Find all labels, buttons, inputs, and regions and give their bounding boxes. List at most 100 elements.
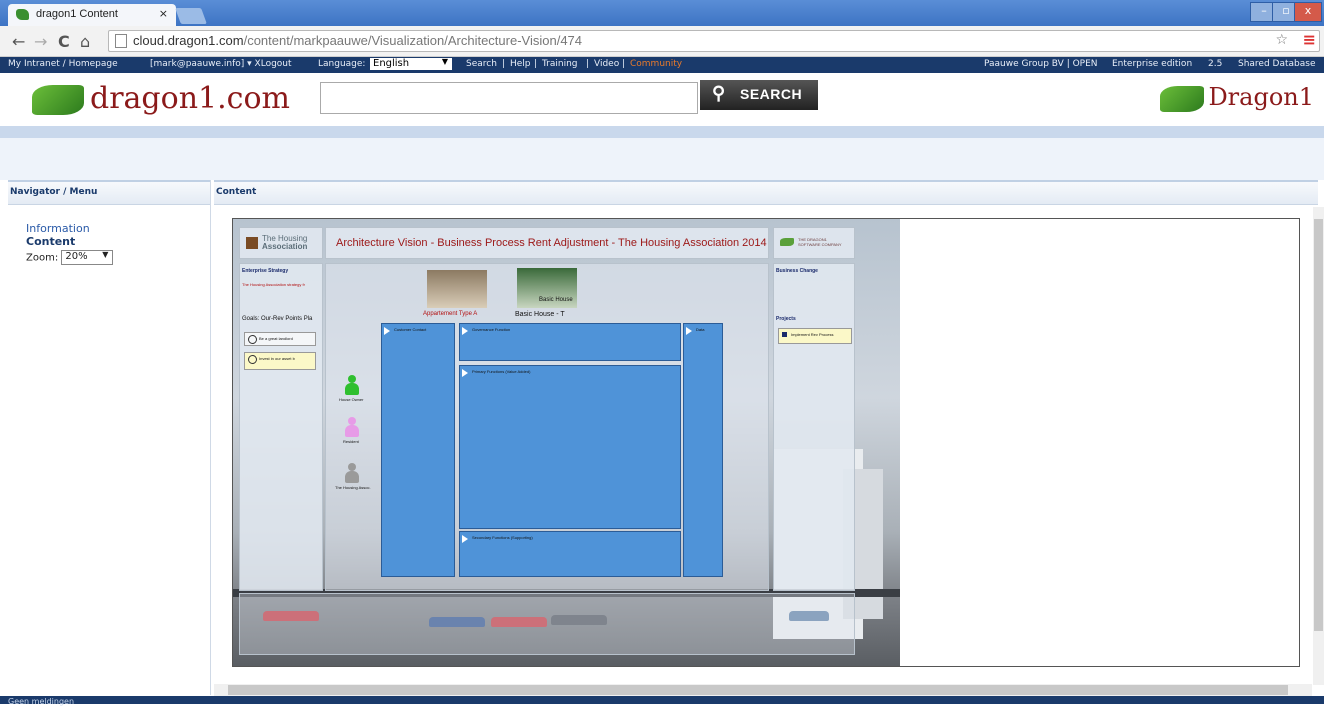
- nav-link-content[interactable]: Content: [26, 235, 90, 248]
- visualization-canvas[interactable]: The Housing Association Architecture Vis…: [232, 218, 1300, 667]
- actor-label: House Owner: [339, 397, 364, 402]
- organization-label: Paauwe Group BV | OPEN: [984, 59, 1098, 69]
- back-arrow-icon[interactable]: ←: [12, 32, 25, 51]
- vendor-logo-text: THE DRAGON1 SOFTWARE COMPANY: [798, 237, 842, 247]
- goal-card[interactable]: Be a great landlord: [244, 332, 316, 346]
- user-menu[interactable]: [mark@paauwe.info] ▾ XLogout: [150, 59, 292, 69]
- zoom-select[interactable]: 20% ▼: [61, 250, 114, 265]
- community-link[interactable]: Community: [630, 59, 682, 69]
- enterprise-strategy-label: Enterprise Strategy: [242, 268, 289, 274]
- bottom-strip[interactable]: [239, 593, 855, 655]
- close-window-button[interactable]: x: [1294, 2, 1322, 22]
- data-column[interactable]: Data: [683, 323, 723, 577]
- help-link[interactable]: Help: [510, 59, 531, 69]
- product-image-appartement[interactable]: [427, 270, 487, 308]
- project-icon: [782, 332, 787, 337]
- visualization-title: Architecture Vision - Business Process R…: [336, 237, 767, 249]
- housing-association-actor-icon[interactable]: [345, 463, 359, 485]
- actor-label: The Housing Assoc.: [335, 485, 371, 490]
- page-icon: [115, 34, 127, 48]
- governance-function-box[interactable]: Governance Function: [459, 323, 681, 361]
- target-icon: [248, 335, 257, 344]
- association-logo-text: The Housing Association: [262, 234, 308, 251]
- strategy-text: The Housing Association strategy fr: [242, 282, 305, 287]
- nav-link-information[interactable]: Information: [26, 222, 90, 235]
- product-image-overlay-label: Basic House: [539, 297, 573, 303]
- box-label: Primary Functions (Value Added): [472, 369, 531, 374]
- browser-menu-icon[interactable]: ≡: [1303, 30, 1316, 49]
- business-change-column[interactable]: Business Change Projects Implement Rev P…: [773, 263, 855, 591]
- search-link[interactable]: Search: [466, 59, 497, 69]
- separator: |: [534, 59, 538, 69]
- project-card[interactable]: Implement Rev Process: [778, 328, 852, 344]
- tab-close-icon[interactable]: ×: [159, 7, 168, 20]
- dragon-favicon-icon: [16, 9, 29, 20]
- visualization-title-tile[interactable]: Architecture Vision - Business Process R…: [325, 227, 769, 259]
- search-button[interactable]: ⚲ SEARCH: [700, 80, 818, 110]
- language-select[interactable]: English ▼: [370, 57, 452, 70]
- goal-card[interactable]: Invest in our asset b: [244, 352, 316, 370]
- house-icon: [246, 237, 258, 249]
- search-button-label: SEARCH: [740, 86, 803, 102]
- video-link[interactable]: Video: [594, 59, 619, 69]
- dragon1-logo-left[interactable]: dragon1.com: [32, 81, 290, 116]
- chevron-right-icon: [462, 535, 468, 543]
- zoom-label: Zoom:: [26, 252, 59, 264]
- project-label: Implement Rev Process: [791, 332, 834, 337]
- language-label: Language:: [318, 59, 366, 69]
- architecture-visualization[interactable]: The Housing Association Architecture Vis…: [233, 219, 900, 666]
- browser-tab-bar: dragon1 Content × – ▫ x: [0, 0, 1324, 26]
- training-link[interactable]: Training: [542, 59, 578, 69]
- secondary-functions-box[interactable]: Secondary Functions (Supporting): [459, 531, 681, 577]
- target-icon: [248, 355, 257, 364]
- browser-tab[interactable]: dragon1 Content ×: [8, 4, 176, 26]
- toolbar-area: [0, 138, 1324, 180]
- box-label: Secondary Functions (Supporting): [472, 535, 533, 540]
- chevron-right-icon: [384, 327, 390, 335]
- site-header: dragon1.com ⚲ SEARCH Dragon1: [0, 73, 1324, 125]
- vertical-scroll-thumb[interactable]: [1314, 219, 1323, 631]
- browser-toolbar: ← → C ⌂ cloud.dragon1.com/content/markpa…: [0, 26, 1324, 57]
- content-panel: Content The Housing Association Architec…: [214, 180, 1318, 695]
- url-text: cloud.dragon1.com/content/markpaauwe/Vis…: [133, 33, 583, 48]
- resident-icon[interactable]: [345, 417, 359, 439]
- column-label: Customer Contact: [394, 327, 427, 332]
- actor-label: Resident: [343, 439, 359, 444]
- separator: |: [622, 59, 626, 69]
- dragon-icon: [1160, 85, 1205, 112]
- navigator-panel-title: Navigator / Menu: [8, 180, 210, 205]
- home-icon[interactable]: ⌂: [80, 32, 90, 51]
- house-owner-icon[interactable]: [345, 375, 359, 397]
- business-change-label: Business Change: [776, 268, 818, 274]
- address-bar[interactable]: cloud.dragon1.com/content/markpaauwe/Vis…: [108, 30, 1320, 52]
- customer-contact-column[interactable]: Customer Contact: [381, 323, 455, 577]
- dragon1-logo-right[interactable]: Dragon1: [1160, 83, 1314, 112]
- column-label: Data: [696, 327, 705, 332]
- chevron-down-icon: ▼: [102, 250, 109, 259]
- chevron-down-icon: ▼: [441, 57, 448, 66]
- version-label: 2.5: [1208, 59, 1223, 69]
- dragon-icon: [32, 85, 84, 115]
- search-input[interactable]: [320, 82, 698, 114]
- association-logo-tile[interactable]: The Housing Association: [239, 227, 323, 259]
- reload-icon[interactable]: C: [58, 32, 70, 51]
- primary-functions-box[interactable]: Primary Functions (Value Added): [459, 365, 681, 529]
- goal-label: Be a great landlord: [259, 336, 293, 341]
- forward-arrow-icon[interactable]: →: [34, 32, 47, 51]
- vendor-logo-tile[interactable]: THE DRAGON1 SOFTWARE COMPANY: [773, 227, 855, 259]
- zoom-control: Zoom: 20% ▼: [26, 250, 114, 265]
- vertical-scrollbar[interactable]: [1313, 207, 1324, 685]
- enterprise-strategy-column[interactable]: Enterprise Strategy The Housing Associat…: [239, 263, 323, 591]
- separator: |: [586, 59, 590, 69]
- app-top-bar: My Intranet / Homepage [mark@paauwe.info…: [0, 57, 1324, 73]
- horizontal-scrollbar[interactable]: [214, 684, 1312, 696]
- tab-title: dragon1 Content: [36, 8, 118, 20]
- bookmark-star-icon[interactable]: ☆: [1275, 32, 1288, 48]
- header-band: [0, 126, 1324, 138]
- content-panel-title: Content: [214, 180, 1318, 205]
- projects-label: Projects: [776, 316, 796, 322]
- intranet-link[interactable]: My Intranet / Homepage: [8, 59, 118, 69]
- database-label: Shared Database: [1238, 59, 1316, 69]
- new-tab-button[interactable]: [175, 8, 207, 24]
- horizontal-scroll-thumb[interactable]: [228, 685, 1288, 695]
